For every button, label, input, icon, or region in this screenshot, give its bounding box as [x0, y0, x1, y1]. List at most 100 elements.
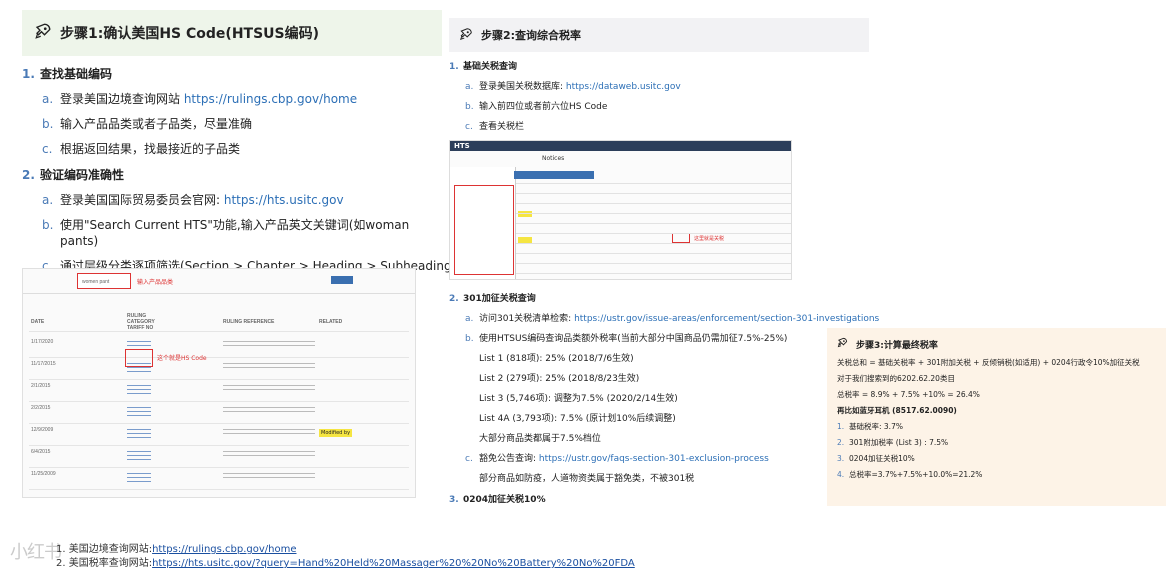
list-item: b. 使用HTSUS编码查询品类额外税率(当前大部分中国商品仍需加征7.5%-2…: [465, 334, 788, 344]
list-item: c. 查看关税栏: [465, 122, 525, 132]
search-icon: [331, 276, 353, 284]
step1-panel: 步骤1:确认美国HS Code(HTSUS编码) 1. 查找基础编码 a. 登录美…: [22, 10, 456, 498]
ruling-date: 11/25/2009: [31, 471, 56, 477]
row-divider: [516, 243, 791, 244]
dataweb-link[interactable]: https://dataweb.usitc.gov: [566, 82, 681, 92]
rocket-icon: [837, 337, 848, 351]
list-1-line: List 1 (818项): 25% (2018/7/6生效): [479, 354, 634, 364]
row-divider: [29, 357, 409, 358]
ruling-date: 2/1/2015: [31, 383, 51, 389]
row-divider: [516, 203, 791, 204]
tariff-annotation: 这里就是关税: [694, 236, 725, 242]
row-divider: [29, 445, 409, 446]
search-annotation: 输入产品品类: [137, 279, 174, 286]
cbp-rulings-link[interactable]: https://rulings.cbp.gov/home: [184, 92, 357, 106]
ruling-tariff-placeholder: [127, 385, 151, 397]
ustr-301-link[interactable]: https://ustr.gov/issue-areas/enforcement…: [574, 314, 879, 324]
watermark: 小红书: [10, 542, 62, 563]
step1-header: 步骤1:确认美国HS Code(HTSUS编码): [22, 10, 442, 56]
hts-usitc-link[interactable]: https://hts.usitc.gov: [224, 193, 344, 207]
list-item: b. 输入前四位或者前六位HS Code: [465, 102, 608, 112]
ruling-date: 11/17/2015: [31, 361, 56, 367]
ruling-date: 2/2/2015: [31, 405, 51, 411]
row-divider: [29, 379, 409, 380]
cbp-search-screenshot: women pant 输入产品品类 DATE RULING CATEGORY T…: [22, 268, 416, 498]
row-divider: [29, 467, 409, 468]
step2-title: 步骤2:查询综合税率: [481, 29, 582, 42]
code-annotation: 这个就是HS Code: [157, 355, 207, 362]
ruling-ref-placeholder: [223, 407, 315, 415]
list-item: 3. 0204加征关税10%: [837, 454, 915, 463]
ruling-date: 6/4/2015: [31, 449, 51, 455]
step1-section-2-title: 2. 验证编码准确性: [22, 168, 125, 182]
row-divider: [516, 193, 791, 194]
list-item: a. 登录美国国际贸易委员会官网: https://hts.usitc.gov: [42, 193, 344, 207]
step3-header: 步骤3:计算最终税率: [837, 336, 1157, 352]
search-box: women pant: [77, 273, 131, 289]
row-divider: [29, 401, 409, 402]
step1-section-1-title: 1. 查找基础编码: [22, 67, 113, 81]
example2-title: 再比如蓝牙耳机 (8517.62.0090): [837, 406, 957, 415]
col-related: RELATED: [319, 319, 343, 325]
list-item: c. 根据返回结果，找最接近的子品类: [42, 142, 241, 156]
ruling-ref-placeholder: [223, 473, 315, 481]
step3-title: 步骤3:计算最终税率: [856, 340, 938, 351]
ruling-tariff-placeholder: [127, 429, 151, 441]
ruling-tariff-placeholder: [127, 451, 151, 463]
list-2-line: List 2 (279项): 25% (2018/8/23生效): [479, 374, 640, 384]
list-item: c. 豁免公告查询: https://ustr.gov/faqs-section…: [465, 454, 769, 464]
list-item: a. 访问301关税清单检索: https://ustr.gov/issue-a…: [465, 314, 880, 324]
tariff-note: 大部分商品类都属于7.5%档位: [479, 434, 601, 444]
footer-line-1: 1. 美国边境查询网站:https://rulings.cbp.gov/home: [56, 544, 297, 555]
list-item: b. 输入产品品类或者子品类，尽量准确: [42, 117, 253, 131]
step2-section-1-title: 1. 基础关税查询: [449, 62, 518, 72]
ruling-ref-placeholder: [223, 451, 315, 459]
row-divider: [29, 423, 409, 424]
row-divider: [516, 263, 791, 264]
list-4a-line: List 4A (3,793项): 7.5% (原计划10%后续调整): [479, 414, 676, 424]
row-divider: [516, 233, 791, 234]
rocket-icon: [459, 27, 473, 44]
rocket-icon: [34, 22, 52, 44]
ruling-tariff-placeholder: [127, 473, 151, 485]
ruling-tariff-placeholder: [127, 407, 151, 419]
row-divider: [516, 223, 791, 224]
row-divider: [516, 183, 791, 184]
row-divider: [29, 489, 409, 490]
ruling-ref-placeholder: [223, 385, 315, 393]
ruling-date: 12/9/2009: [31, 427, 54, 433]
step2-header: 步骤2:查询综合税率: [449, 18, 869, 52]
list-item: a. 登录美国关税数据库: https://dataweb.usitc.gov: [465, 82, 681, 92]
step2-panel: 步骤2:查询综合税率 1. 基础关税查询 a. 登录美国关税数据库: https:…: [449, 18, 880, 506]
row-divider: [516, 253, 791, 254]
hs-code-highlight: [125, 349, 153, 367]
list-item: 4. 总税率=3.7%+7.5%+10.0%=21.2%: [837, 470, 983, 479]
ustr-exclusion-link[interactable]: https://ustr.gov/faqs-section-301-exclus…: [539, 454, 769, 464]
step1-title: 步骤1:确认美国HS Code(HTSUS编码): [60, 26, 320, 42]
example-total: 总税率 = 8.9% + 7.5% +10% = 26.4%: [837, 390, 980, 399]
list-item: a. 登录美国边境查询网站 https://rulings.cbp.gov/ho…: [42, 92, 358, 106]
ruling-date: 1/17/2020: [31, 339, 54, 345]
row-divider: [516, 213, 791, 214]
list-item: 2. 301附加税率 (List 3) : 7.5%: [837, 438, 949, 447]
col-reference: RULING REFERENCE: [223, 319, 275, 325]
example-intro: 对于我们搜索到的6202.62.20类目: [837, 374, 955, 383]
list-item: 1. 基础税率: 3.7%: [837, 422, 903, 431]
hts-logo: HTS: [454, 142, 470, 150]
hts-tariff-screenshot: HTS Notices 这里就是关税: [449, 140, 792, 280]
tax-formula: 关税总和 = 基础关税率 + 301附加关税 + 反倾销税(如适用) + 020…: [837, 358, 1140, 367]
list-3-line: List 3 (5,746项): 调整为7.5% (2020/2/14生效): [479, 394, 678, 404]
col-ruling: RULING CATEGORY TARIFF NO: [127, 313, 155, 331]
col-date: DATE: [31, 319, 45, 325]
row-divider: [516, 273, 791, 274]
step3-panel: 步骤3:计算最终税率 关税总和 = 基础关税率 + 301附加关税 + 反倾销税…: [827, 328, 1166, 506]
footer-line-2: 2. 美国税率查询网站:https://hts.usitc.gov/?query…: [56, 558, 635, 569]
footer-hts-link[interactable]: https://hts.usitc.gov/?query=Hand%20Held…: [152, 558, 635, 569]
ruling-ref-placeholder: [223, 363, 315, 371]
modified-badge: Modified by: [319, 429, 353, 437]
ruling-ref-placeholder: [223, 341, 315, 349]
ruling-ref-placeholder: [223, 429, 315, 437]
exclusion-note: 部分商品如防疫，人道物资类属于豁免类，不被301税: [479, 474, 695, 484]
footer: 小红书 1. 美国边境查询网站:https://rulings.cbp.gov/…: [10, 538, 710, 570]
step2-section-2-title: 2. 301加征关税查询: [449, 294, 536, 304]
